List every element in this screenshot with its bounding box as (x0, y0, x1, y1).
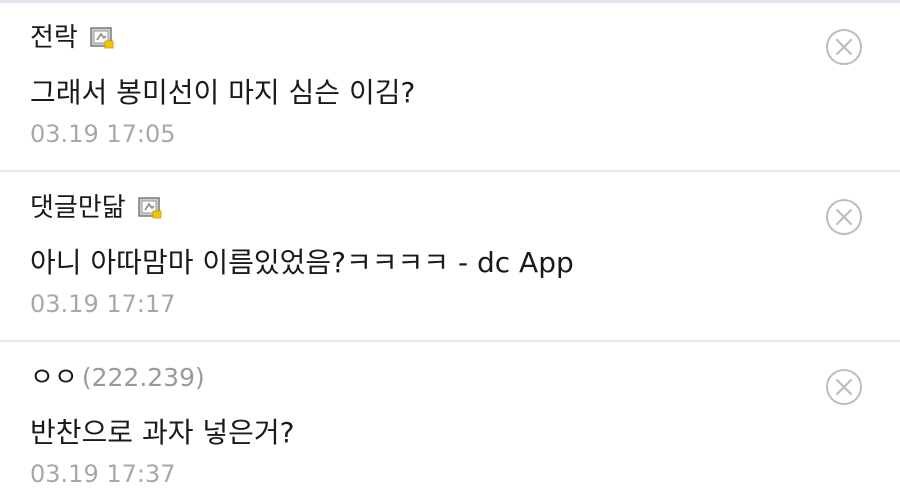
comment-timestamp: 03.19 17:05 (30, 120, 176, 148)
delete-comment-button[interactable] (825, 28, 863, 66)
comment-author-row: 전락 (30, 21, 114, 55)
comment-timestamp: 03.19 17:37 (30, 460, 176, 488)
delete-comment-button[interactable] (825, 368, 863, 406)
close-circle-icon (826, 29, 862, 65)
comment-divider (0, 340, 900, 342)
close-circle-icon (826, 199, 862, 235)
comment-text: 아니 아따맘마 이름있었음?ㅋㅋㅋㅋ - dc App (30, 246, 574, 279)
comment-author-name[interactable]: ㅇㅇ (30, 361, 78, 395)
fixed-nick-badge-icon (137, 197, 162, 219)
comment-author-row: ㅇㅇ (222.239) (30, 361, 205, 395)
comment-author-ip: (222.239) (81, 363, 205, 392)
comment-author-name[interactable]: 댓글만닮 (30, 191, 126, 225)
delete-comment-button[interactable] (825, 198, 863, 236)
comment-list-page: 전락 그래서 봉미선이 마지 심슨 이김? 03.19 17:05 댓글만닮 아… (0, 0, 900, 502)
comment-divider (0, 170, 900, 172)
close-circle-icon (826, 369, 862, 405)
comment-timestamp: 03.19 17:17 (30, 290, 176, 318)
comment-author-row: 댓글만닮 (30, 191, 162, 225)
comment-item: 댓글만닮 아니 아따맘마 이름있었음?ㅋㅋㅋㅋ - dc App 03.19 1… (0, 173, 900, 343)
comment-item: 전락 그래서 봉미선이 마지 심슨 이김? 03.19 17:05 (0, 3, 900, 173)
comment-text: 그래서 봉미선이 마지 심슨 이김? (30, 76, 416, 109)
comment-text: 반찬으로 과자 넣은거? (30, 416, 295, 449)
comment-item: ㅇㅇ (222.239) 반찬으로 과자 넣은거? 03.19 17:37 (0, 343, 900, 502)
comment-author-name[interactable]: 전락 (30, 21, 78, 55)
fixed-nick-badge-icon (90, 27, 114, 49)
